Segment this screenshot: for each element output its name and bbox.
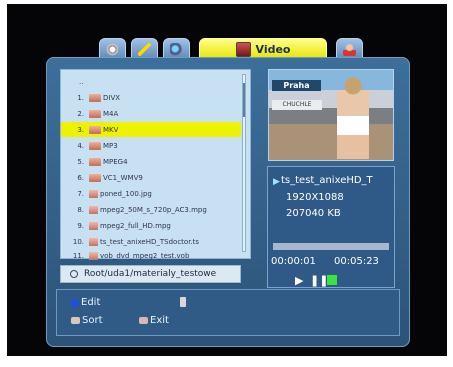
tool-icon [138,42,151,56]
file-icon [89,205,98,214]
gear-icon [106,42,119,56]
item-number: 9. [77,221,84,230]
list-item[interactable]: 2. M4A [61,106,241,121]
item-name: M4A [103,109,119,118]
list-item[interactable]: 9. mpeg2_full_HD.mpg [61,218,241,233]
folder-icon [89,93,101,102]
preview-sign-text-2: CHUCHLE [282,101,312,108]
edit-label: Edit [81,297,101,308]
file-icon [89,237,98,246]
sort-button[interactable]: Sort [71,315,103,326]
item-name: poned_100.jpg [100,189,152,198]
item-name: vob_dvd_mpeg2_test.vob [100,251,190,260]
list-item[interactable]: 6. VC1_WMV9 [61,170,241,185]
current-path: Root/uda1/materialy_testowe [60,265,241,283]
item-number: 10. [72,237,84,246]
progress-bar[interactable] [273,243,389,250]
exit-label: Exit [150,315,169,326]
list-scrollbar[interactable] [242,74,246,252]
list-item[interactable]: 7. poned_100.jpg [61,186,241,201]
list-item[interactable]: 4. MP3 [61,138,241,153]
list-item[interactable]: 5. MPEG4 [61,154,241,169]
item-name: MP3 [103,141,118,150]
item-name: mpeg2_50M_s_720p_AC3.mpg [100,205,207,214]
blue-button-icon [71,298,79,307]
folder-icon [89,173,101,182]
tv-screen: Video .. 1. DIVX 2. M4A 3. MKV 4. MP3 5.… [7,4,447,356]
folder-icon [89,157,101,166]
item-number: 6. [77,173,84,182]
item-number: 3. [77,125,84,134]
item-number: 2. [77,109,84,118]
scrollbar-thumb[interactable] [243,83,245,117]
list-item[interactable]: 8. mpeg2_50M_s_720p_AC3.mpg [61,202,241,217]
item-number: 5. [77,157,84,166]
item-name: MKV [103,125,119,134]
elapsed-time: 00:00:01 [271,256,316,267]
folder-icon [89,141,101,150]
item-name: DIVX [103,93,121,102]
list-item[interactable]: 11. vob_dvd_mpeg2_test.vob [61,248,241,263]
file-name: ts_test_anixeHD_T [281,175,373,186]
pause-icon[interactable]: ❚❚ [310,275,328,286]
exit-button[interactable]: Exit [139,315,169,326]
stop-icon[interactable] [327,275,337,285]
list-item[interactable]: 10. ts_test_anixeHD_TSdoctor.ts [61,234,241,249]
edit-button[interactable]: Edit [71,297,100,308]
drive-icon [70,270,78,278]
file-resolution: 1920X1088 [286,192,344,203]
item-number: 1. [77,93,84,102]
file-list: .. 1. DIVX 2. M4A 3. MKV 4. MP3 5. MPEG4 [60,69,251,260]
list-item[interactable]: 1. DIVX [61,90,241,105]
file-info-panel: ▶ ts_test_anixeHD_T 1920X1088 207040 KB … [267,166,395,288]
item-name: ts_test_anixeHD_TSdoctor.ts [100,237,200,246]
file-icon [89,221,98,230]
video-icon [235,41,251,57]
item-name: MPEG4 [103,157,128,166]
preview-sign: Praha [272,80,321,91]
file-size: 207040 KB [286,208,341,219]
play-icon[interactable]: ▶ [295,275,303,286]
list-item-selected[interactable]: 3. MKV [61,122,241,137]
folder-icon [89,125,101,134]
user-icon [343,42,356,56]
item-number: 7. [77,189,84,198]
folder-icon [89,109,101,118]
tab-video-label: Video [255,42,291,56]
footer-bar: Edit Sort Exit [56,289,400,336]
preview-sign-text: Praha [283,81,310,90]
play-indicator-icon: ▶ [273,177,280,187]
item-name: VC1_WMV9 [103,173,143,182]
total-time: 00:05:23 [334,256,379,267]
file-icon [89,189,98,198]
item-number: 11. [72,251,84,260]
item-number: 8. [77,205,84,214]
sort-button-icon [71,317,80,324]
current-path-text: Root/uda1/materialy_testowe [84,269,217,279]
sort-label: Sort [82,315,103,326]
file-icon [89,251,98,260]
preview-sign-2: CHUCHLE [272,100,322,110]
preview-image: Praha CHUCHLE [268,69,394,161]
parent-dir-label: .. [79,77,84,86]
item-name: mpeg2_full_HD.mpg [100,221,171,230]
numeric-key-icon [180,297,186,307]
exit-button-icon [139,317,148,324]
preview-person [337,73,369,159]
list-item-parent[interactable]: .. [61,74,241,89]
item-number: 4. [77,141,84,150]
satellite-icon [170,42,183,56]
